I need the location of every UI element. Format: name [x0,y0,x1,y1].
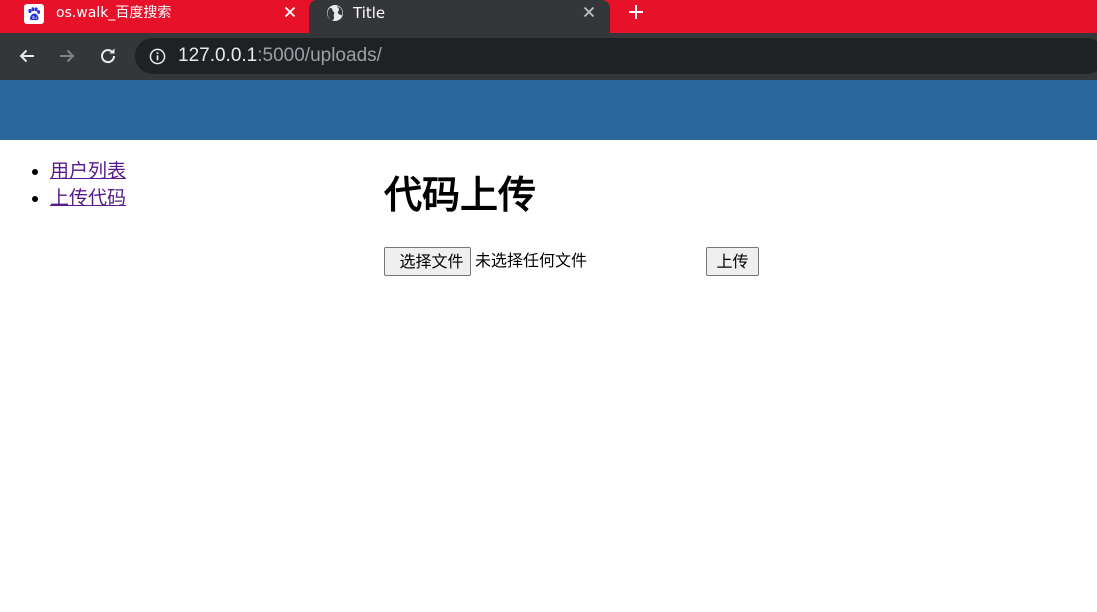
browser-toolbar: 127.0.0.1:5000/uploads/ [0,33,1097,80]
tab-title: Title [353,4,386,22]
list-item: 上传代码 [50,185,126,212]
reload-icon[interactable] [96,44,120,68]
close-icon[interactable] [579,2,599,22]
close-icon[interactable] [280,2,300,22]
sidebar-nav: 用户列表 上传代码 [0,158,126,212]
tab-strip: du os.walk_百度搜索 Title [0,0,1097,37]
info-icon[interactable] [148,47,166,65]
choose-file-button[interactable]: 选择文件 [384,247,471,276]
tab-baidu-search[interactable]: du os.walk_百度搜索 [0,0,308,33]
url-text: 127.0.0.1:5000/uploads/ [178,45,382,67]
address-bar[interactable]: 127.0.0.1:5000/uploads/ [135,38,1097,74]
tab-title-active[interactable]: Title [309,0,610,37]
nav-link-user-list[interactable]: 用户列表 [50,160,126,182]
page-title: 代码上传 [384,173,537,217]
list-item: 用户列表 [50,158,126,185]
upload-button[interactable]: 上传 [706,247,759,276]
page-header-bar [0,80,1097,140]
forward-arrow-icon[interactable] [55,44,79,68]
url-path: :5000/uploads/ [257,45,382,66]
baidu-paw-icon: du [24,4,44,24]
back-arrow-icon[interactable] [15,44,39,68]
file-status-text: 未选择任何文件 [475,251,588,270]
tab-title: os.walk_百度搜索 [56,5,172,21]
svg-text:du: du [32,15,38,20]
url-host: 127.0.0.1 [178,45,258,66]
new-tab-plus-icon[interactable] [626,2,646,22]
globe-icon [325,3,345,23]
nav-link-upload-code[interactable]: 上传代码 [50,187,126,209]
